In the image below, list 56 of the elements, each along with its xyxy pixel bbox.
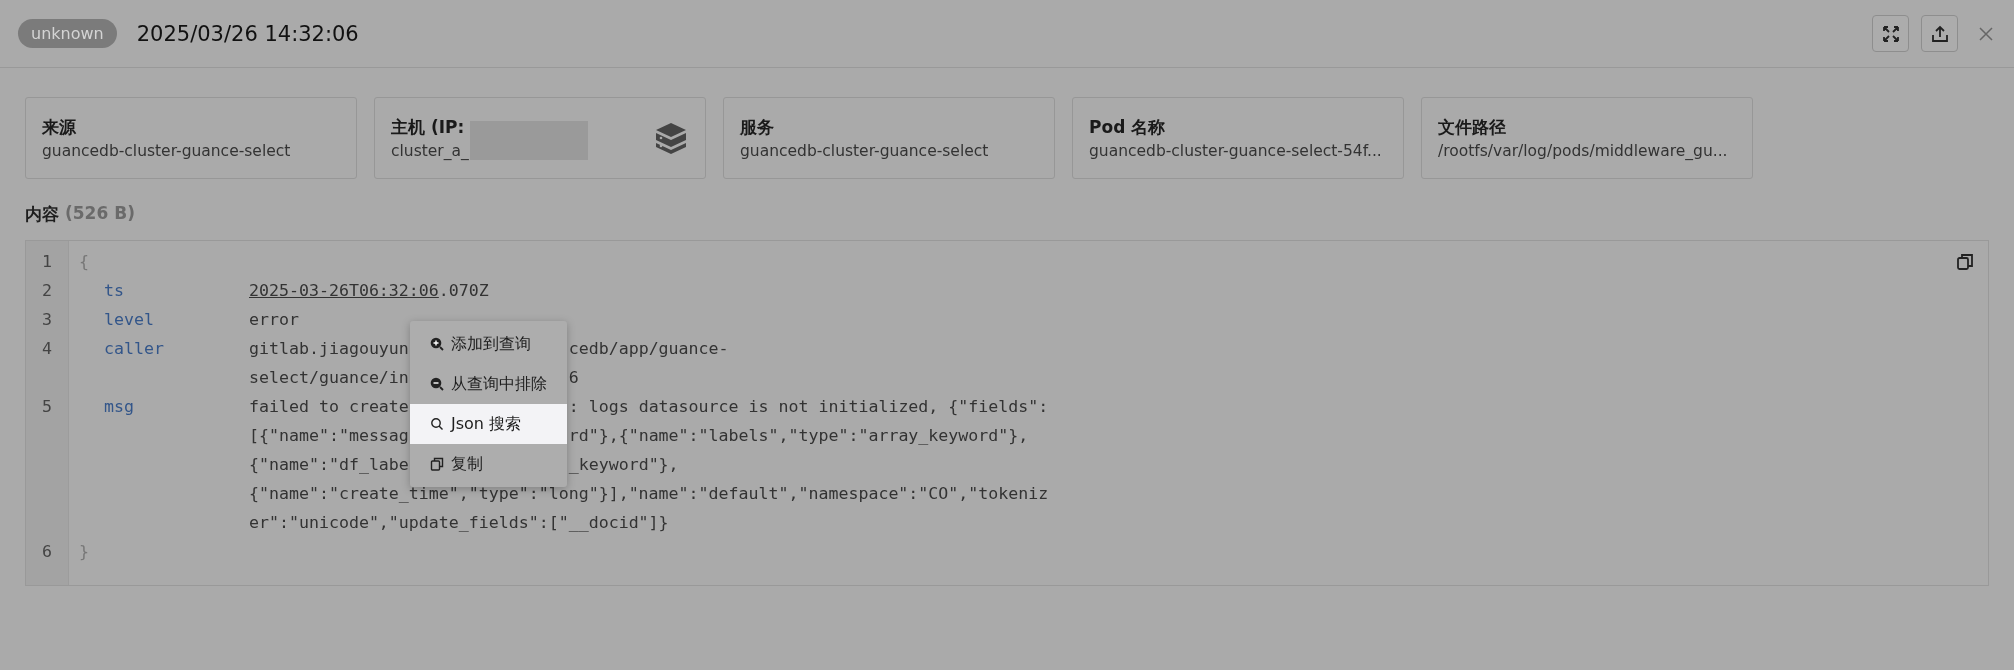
share-button[interactable] bbox=[1921, 15, 1958, 52]
json-value: 6 bbox=[568, 368, 579, 387]
fullscreen-button[interactable] bbox=[1872, 15, 1909, 52]
json-value: error bbox=[249, 310, 299, 329]
close-icon bbox=[1978, 25, 1994, 42]
json-value: {"name":"df_labe bbox=[249, 455, 409, 474]
section-title: 内容 bbox=[25, 203, 59, 226]
expand-icon bbox=[1881, 24, 1900, 43]
copy-icon bbox=[430, 457, 444, 471]
json-value: gitlab.jiagouyun bbox=[249, 339, 409, 358]
json-value: .070Z bbox=[438, 281, 489, 300]
upload-icon bbox=[1930, 24, 1949, 43]
card-title: 主机 (IP: bbox=[391, 116, 466, 139]
card-title: 来源 bbox=[42, 116, 77, 139]
json-value: : logs datasource is not initialized, {"fields": bbox=[568, 397, 1049, 416]
line-number: 3 bbox=[42, 309, 52, 331]
card-title: Pod 名称 bbox=[1089, 116, 1167, 139]
level-badge: unknown bbox=[18, 19, 117, 48]
card-title: 服务 bbox=[740, 116, 775, 139]
json-value: {"name":"create_time","type":"long"}],"name":"default","namespace":"CO","tokeniz bbox=[249, 484, 1049, 503]
json-value: select/guance/in bbox=[249, 368, 409, 387]
copy-icon bbox=[1956, 253, 1974, 271]
menu-item[interactable]: 复制 bbox=[410, 444, 567, 484]
card-value: guancedb-cluster-guance-select bbox=[740, 142, 989, 160]
card-value: cluster_a_ bbox=[391, 142, 469, 160]
json-value: rd"},{"name":"labels","type":"array_keyword"}, bbox=[568, 426, 1029, 445]
json-value: cedb/app/guance- bbox=[568, 339, 729, 358]
json-value: 2025-03-26T06:32:06 bbox=[249, 281, 439, 300]
search-icon bbox=[430, 417, 444, 431]
card-value: /rootfs/var/log/pods/middleware_gu... bbox=[1438, 142, 1728, 160]
json-key: ts bbox=[104, 281, 124, 300]
json-value: failed to create bbox=[249, 397, 409, 416]
card-title: 文件路径 bbox=[1438, 116, 1507, 139]
menu-item[interactable]: Json 搜索 bbox=[410, 404, 567, 444]
zoom-in-icon bbox=[430, 337, 444, 351]
zoom-out-icon bbox=[430, 377, 444, 391]
brace: { bbox=[79, 252, 89, 271]
line-number: 6 bbox=[42, 541, 52, 563]
json-key: msg bbox=[104, 397, 134, 416]
content-size: (526 B) bbox=[65, 203, 135, 225]
card-value: guancedb-cluster-guance-select bbox=[42, 142, 291, 160]
json-key: caller bbox=[104, 339, 164, 358]
card-value: guancedb-cluster-guance-select-54f... bbox=[1089, 142, 1382, 160]
json-key: level bbox=[104, 310, 154, 329]
menu-item[interactable]: 从查询中排除 bbox=[410, 364, 567, 404]
json-value: er":"unicode","update_fields":["__docid"]} bbox=[249, 513, 669, 532]
copy-button[interactable] bbox=[1956, 253, 1974, 271]
log-time: 2025/03/26 14:32:06 bbox=[136, 21, 359, 46]
json-value: _keyword"}, bbox=[568, 455, 679, 474]
line-number: 4 bbox=[42, 338, 52, 360]
menu-item[interactable]: 添加到查询 bbox=[410, 324, 567, 364]
json-value: [{"name":"messag bbox=[249, 426, 409, 445]
line-number: 5 bbox=[42, 396, 52, 418]
brace: } bbox=[79, 542, 89, 561]
line-number: 2 bbox=[42, 280, 52, 302]
line-number: 1 bbox=[42, 251, 52, 273]
